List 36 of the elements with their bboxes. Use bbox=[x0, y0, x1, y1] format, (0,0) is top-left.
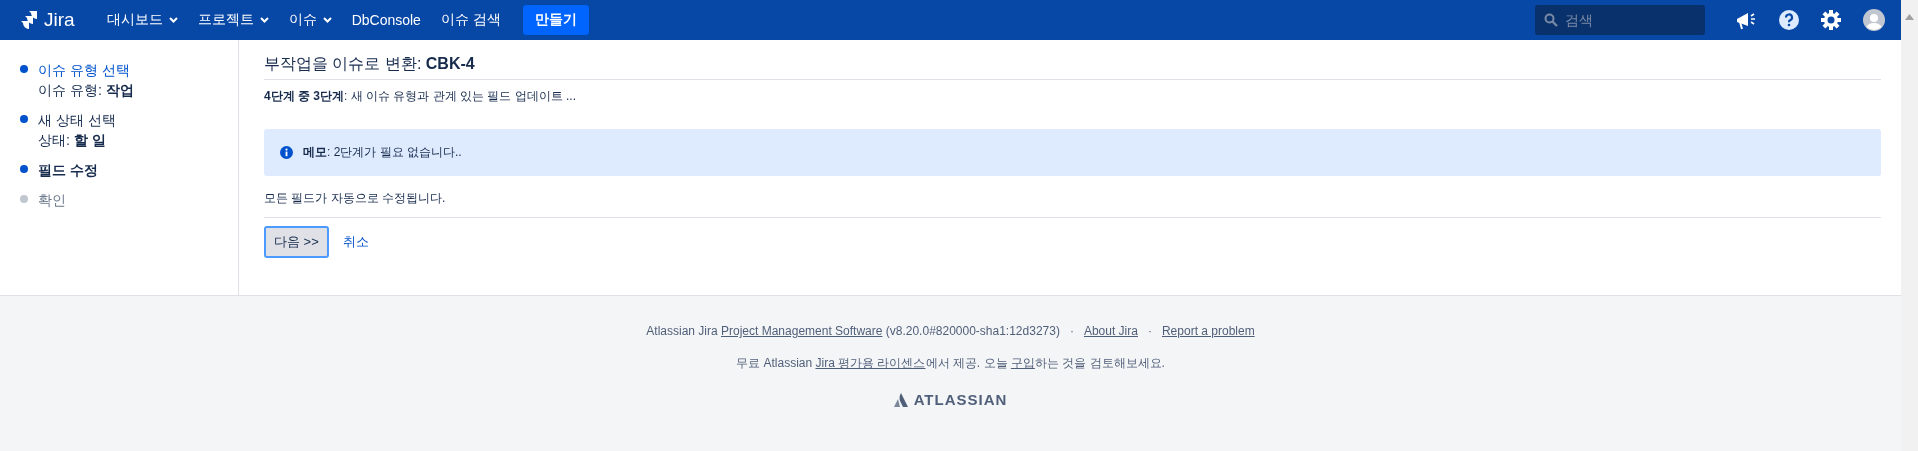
avatar-icon[interactable] bbox=[1863, 9, 1885, 31]
nav-menu-item[interactable]: 프로젝트 bbox=[195, 7, 271, 33]
nav-menu-item[interactable]: 대시보드 bbox=[104, 7, 180, 33]
search-icon bbox=[1544, 13, 1558, 27]
footer-link[interactable]: Project Management Software bbox=[721, 324, 883, 338]
nav-menu-item[interactable]: 이슈 bbox=[286, 7, 334, 33]
step-detail: 이슈 유형: 작업 bbox=[38, 81, 134, 100]
settings-icon[interactable] bbox=[1821, 10, 1841, 30]
step-info-text: 4단계 중 3단계: 새 이슈 유형과 관계 있는 필드 업데이트 ... bbox=[264, 88, 578, 105]
app-logo-text[interactable]: Jira bbox=[44, 9, 75, 31]
step-detail: 상태: 할 일 bbox=[38, 131, 107, 150]
page-title: 부작업을 이슈로 변환: CBK-4 bbox=[264, 54, 1881, 80]
footer-link[interactable]: Report a problem bbox=[1161, 324, 1255, 338]
logo-icon bbox=[20, 11, 38, 29]
step-label[interactable]: 이슈 유형 선택 bbox=[38, 60, 134, 80]
message-text: 모든 필드가 자동으로 수정됩니다. bbox=[264, 190, 1881, 218]
megaphone-icon[interactable] bbox=[1735, 10, 1757, 30]
nav-menu-item[interactable]: 이슈 검색 bbox=[438, 7, 503, 33]
next-button[interactable]: 다음 >> bbox=[264, 226, 329, 258]
note-text: 메모: 2단계가 필요 없습니다.. bbox=[303, 144, 462, 161]
step-label: 필드 수정 bbox=[38, 161, 98, 180]
atlassian-logo-icon bbox=[893, 392, 908, 407]
nav-menu-item[interactable]: DbConsole bbox=[349, 8, 423, 32]
footer-text: Atlassian Jira Project Management Software (v8.20.0#820000-sha1:12d3273) · About Jira · Report a problem bbox=[646, 324, 1255, 338]
footer-link[interactable]: Jira 평가용 라이센스 bbox=[815, 356, 926, 370]
footer-link[interactable]: About Jira bbox=[1083, 324, 1138, 338]
footer-text: 무료 Atlassian Jira 평가용 라이센스에서 제공. 오늘 구입하는 것을 검토해보세요. bbox=[736, 355, 1165, 372]
brand-text: ATLASSIAN bbox=[913, 391, 1008, 408]
step-label: 새 상태 선택 bbox=[38, 111, 116, 130]
step-label: 확인 bbox=[38, 191, 66, 210]
search-field[interactable]: 검색 bbox=[1535, 5, 1705, 35]
cancel-link[interactable]: 취소 bbox=[342, 233, 369, 251]
info-icon bbox=[280, 146, 293, 159]
help-icon[interactable] bbox=[1779, 10, 1799, 30]
footer-link[interactable]: 구입 bbox=[1010, 356, 1035, 370]
create-button[interactable]: 만들기 bbox=[522, 5, 589, 35]
